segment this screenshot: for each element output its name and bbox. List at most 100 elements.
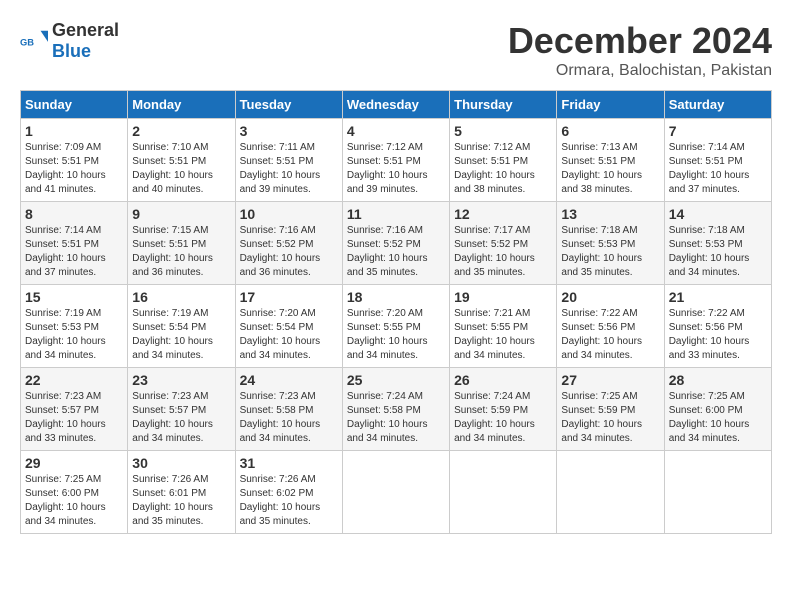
- day-number: 10: [240, 206, 338, 222]
- calendar-cell: 23 Sunrise: 7:23 AM Sunset: 5:57 PM Dayli…: [128, 368, 235, 451]
- calendar-cell: 15 Sunrise: 7:19 AM Sunset: 5:53 PM Dayli…: [21, 285, 128, 368]
- calendar-cell: [342, 451, 449, 534]
- weekday-header-sunday: Sunday: [21, 91, 128, 119]
- calendar-cell: 6Sunrise: 7:13 AM Sunset: 5:51 PM Daylig…: [557, 119, 664, 202]
- day-number: 11: [347, 206, 445, 222]
- day-number: 12: [454, 206, 552, 222]
- calendar-table: SundayMondayTuesdayWednesdayThursdayFrid…: [20, 90, 772, 534]
- calendar-cell: 27 Sunrise: 7:25 AM Sunset: 5:59 PM Dayli…: [557, 368, 664, 451]
- day-info: Sunrise: 7:15 AM Sunset: 5:51 PM Dayligh…: [132, 224, 230, 280]
- day-info: Sunrise: 7:14 AM Sunset: 5:51 PM Dayligh…: [25, 224, 123, 280]
- day-info: Sunrise: 7:24 AM Sunset: 5:59 PM Dayligh…: [454, 390, 552, 446]
- day-info: Sunrise: 7:25 AM Sunset: 5:59 PM Dayligh…: [561, 390, 659, 446]
- weekday-header-thursday: Thursday: [450, 91, 557, 119]
- day-info: Sunrise: 7:19 AM Sunset: 5:54 PM Dayligh…: [132, 307, 230, 363]
- day-info: Sunrise: 7:14 AM Sunset: 5:51 PM Dayligh…: [669, 141, 767, 197]
- calendar-cell: 10 Sunrise: 7:16 AM Sunset: 5:52 PM Dayli…: [235, 202, 342, 285]
- calendar-cell: 5 Sunrise: 7:12 AM Sunset: 5:51 PM Daylig…: [450, 119, 557, 202]
- day-info: Sunrise: 7:11 AM Sunset: 5:51 PM Dayligh…: [240, 141, 338, 197]
- calendar-cell: 16Sunrise: 7:19 AM Sunset: 5:54 PM Dayli…: [128, 285, 235, 368]
- weekday-header-friday: Friday: [557, 91, 664, 119]
- day-info: Sunrise: 7:26 AM Sunset: 6:01 PM Dayligh…: [132, 473, 230, 529]
- day-number: 24: [240, 372, 338, 388]
- day-info: Sunrise: 7:20 AM Sunset: 5:54 PM Dayligh…: [240, 307, 338, 363]
- calendar-cell: 13 Sunrise: 7:18 AM Sunset: 5:53 PM Dayli…: [557, 202, 664, 285]
- day-number: 2: [132, 123, 230, 139]
- day-number: 23: [132, 372, 230, 388]
- calendar-cell: 14Sunrise: 7:18 AM Sunset: 5:53 PM Dayli…: [664, 202, 771, 285]
- weekday-header-row: SundayMondayTuesdayWednesdayThursdayFrid…: [21, 91, 772, 119]
- calendar-cell: 26 Sunrise: 7:24 AM Sunset: 5:59 PM Dayli…: [450, 368, 557, 451]
- day-info: Sunrise: 7:23 AM Sunset: 5:57 PM Dayligh…: [132, 390, 230, 446]
- header: GB General Blue December 2024 Ormara, Ba…: [20, 20, 772, 80]
- day-info: Sunrise: 7:09 AM Sunset: 5:51 PM Dayligh…: [25, 141, 123, 197]
- day-number: 7: [669, 123, 767, 139]
- day-number: 30: [132, 455, 230, 471]
- day-info: Sunrise: 7:25 AM Sunset: 6:00 PM Dayligh…: [25, 473, 123, 529]
- calendar-cell: [557, 451, 664, 534]
- day-number: 15: [25, 289, 123, 305]
- day-info: Sunrise: 7:13 AM Sunset: 5:51 PM Dayligh…: [561, 141, 659, 197]
- day-number: 19: [454, 289, 552, 305]
- day-number: 8: [25, 206, 123, 222]
- day-number: 22: [25, 372, 123, 388]
- calendar-cell: 1 Sunrise: 7:09 AM Sunset: 5:51 PM Daylig…: [21, 119, 128, 202]
- weekday-header-tuesday: Tuesday: [235, 91, 342, 119]
- logo-text-blue: Blue: [52, 41, 91, 61]
- calendar-cell: 12 Sunrise: 7:17 AM Sunset: 5:52 PM Dayli…: [450, 202, 557, 285]
- subtitle: Ormara, Balochistan, Pakistan: [508, 62, 772, 80]
- logo-icon: GB: [20, 27, 48, 55]
- day-info: Sunrise: 7:23 AM Sunset: 5:58 PM Dayligh…: [240, 390, 338, 446]
- calendar-cell: 22Sunrise: 7:23 AM Sunset: 5:57 PM Dayli…: [21, 368, 128, 451]
- day-info: Sunrise: 7:24 AM Sunset: 5:58 PM Dayligh…: [347, 390, 445, 446]
- logo: GB General Blue: [20, 20, 119, 62]
- day-info: Sunrise: 7:22 AM Sunset: 5:56 PM Dayligh…: [561, 307, 659, 363]
- calendar-cell: 8 Sunrise: 7:14 AM Sunset: 5:51 PM Daylig…: [21, 202, 128, 285]
- day-number: 1: [25, 123, 123, 139]
- calendar-cell: 30 Sunrise: 7:26 AM Sunset: 6:01 PM Dayli…: [128, 451, 235, 534]
- weekday-header-saturday: Saturday: [664, 91, 771, 119]
- calendar-cell: 24 Sunrise: 7:23 AM Sunset: 5:58 PM Dayli…: [235, 368, 342, 451]
- svg-text:GB: GB: [20, 38, 34, 48]
- day-number: 26: [454, 372, 552, 388]
- day-number: 9: [132, 206, 230, 222]
- day-info: Sunrise: 7:21 AM Sunset: 5:55 PM Dayligh…: [454, 307, 552, 363]
- day-info: Sunrise: 7:16 AM Sunset: 5:52 PM Dayligh…: [347, 224, 445, 280]
- day-number: 14: [669, 206, 767, 222]
- day-number: 13: [561, 206, 659, 222]
- day-number: 5: [454, 123, 552, 139]
- calendar-cell: 28 Sunrise: 7:25 AM Sunset: 6:00 PM Dayli…: [664, 368, 771, 451]
- calendar-cell: 18Sunrise: 7:20 AM Sunset: 5:55 PM Dayli…: [342, 285, 449, 368]
- day-info: Sunrise: 7:26 AM Sunset: 6:02 PM Dayligh…: [240, 473, 338, 529]
- day-number: 27: [561, 372, 659, 388]
- calendar-cell: 17 Sunrise: 7:20 AM Sunset: 5:54 PM Dayli…: [235, 285, 342, 368]
- logo-text-general: General: [52, 20, 119, 40]
- calendar-cell: 11 Sunrise: 7:16 AM Sunset: 5:52 PM Dayli…: [342, 202, 449, 285]
- day-number: 17: [240, 289, 338, 305]
- day-info: Sunrise: 7:12 AM Sunset: 5:51 PM Dayligh…: [347, 141, 445, 197]
- weekday-header-monday: Monday: [128, 91, 235, 119]
- day-info: Sunrise: 7:10 AM Sunset: 5:51 PM Dayligh…: [132, 141, 230, 197]
- main-title: December 2024: [508, 20, 772, 62]
- day-number: 3: [240, 123, 338, 139]
- day-number: 29: [25, 455, 123, 471]
- day-info: Sunrise: 7:18 AM Sunset: 5:53 PM Dayligh…: [561, 224, 659, 280]
- day-number: 28: [669, 372, 767, 388]
- calendar-cell: 3 Sunrise: 7:11 AM Sunset: 5:51 PM Daylig…: [235, 119, 342, 202]
- day-info: Sunrise: 7:16 AM Sunset: 5:52 PM Dayligh…: [240, 224, 338, 280]
- calendar-week-row: 8 Sunrise: 7:14 AM Sunset: 5:51 PM Daylig…: [21, 202, 772, 285]
- day-number: 20: [561, 289, 659, 305]
- calendar-cell: [664, 451, 771, 534]
- calendar-cell: 20 Sunrise: 7:22 AM Sunset: 5:56 PM Dayli…: [557, 285, 664, 368]
- day-info: Sunrise: 7:17 AM Sunset: 5:52 PM Dayligh…: [454, 224, 552, 280]
- day-number: 21: [669, 289, 767, 305]
- calendar-week-row: 29 Sunrise: 7:25 AM Sunset: 6:00 PM Dayli…: [21, 451, 772, 534]
- calendar-cell: 9 Sunrise: 7:15 AM Sunset: 5:51 PM Daylig…: [128, 202, 235, 285]
- calendar-cell: 19 Sunrise: 7:21 AM Sunset: 5:55 PM Dayli…: [450, 285, 557, 368]
- day-info: Sunrise: 7:25 AM Sunset: 6:00 PM Dayligh…: [669, 390, 767, 446]
- day-info: Sunrise: 7:19 AM Sunset: 5:53 PM Dayligh…: [25, 307, 123, 363]
- day-info: Sunrise: 7:12 AM Sunset: 5:51 PM Dayligh…: [454, 141, 552, 197]
- title-section: December 2024 Ormara, Balochistan, Pakis…: [508, 20, 772, 80]
- calendar-week-row: 15 Sunrise: 7:19 AM Sunset: 5:53 PM Dayli…: [21, 285, 772, 368]
- calendar-week-row: 1 Sunrise: 7:09 AM Sunset: 5:51 PM Daylig…: [21, 119, 772, 202]
